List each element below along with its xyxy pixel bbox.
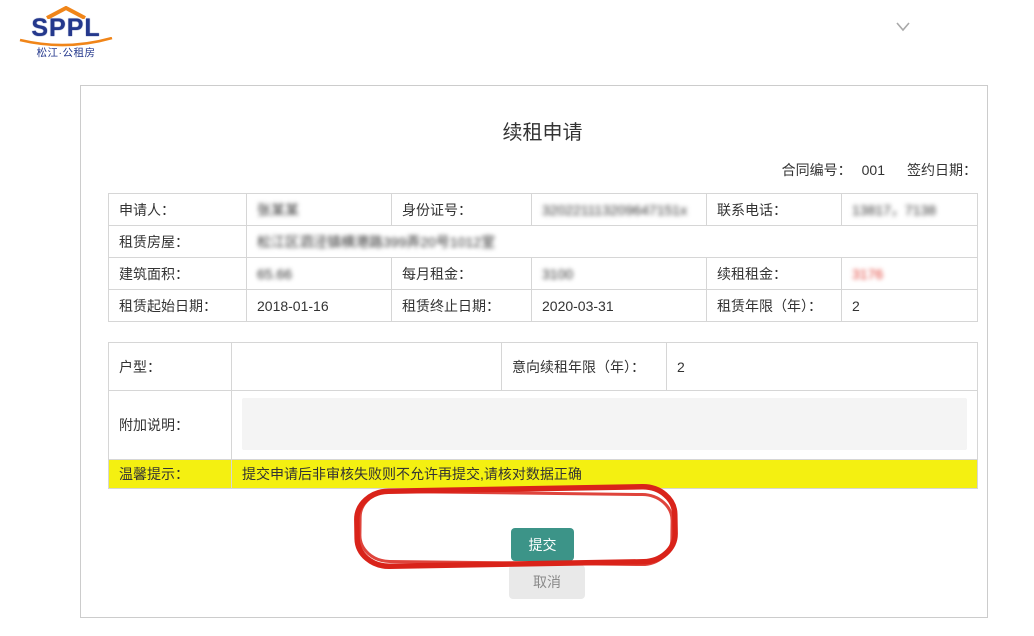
area-value: 65.66 (247, 258, 392, 290)
table-row: 申请人： 张某某 身份证号： 320221113209647151x 联系电话：… (109, 194, 978, 226)
table-row: 建筑面积： 65.66 每月租金： 3100 续租租金： 3176 (109, 258, 978, 290)
applicant-value: 张某某 (247, 194, 392, 226)
lease-info-table: 申请人： 张某某 身份证号： 320221113209647151x 联系电话：… (108, 193, 978, 322)
sppl-logo[interactable]: SPPL 松江·公租房 (16, 6, 116, 60)
house-value: 松江区泗泾镇横港路399弄20号1012室 (247, 226, 978, 258)
table-row: 户型： 意向续租年限（年）： 2 (109, 343, 978, 391)
tip-text: 提交申请后非审核失败则不允许再提交,请核对数据正确 (232, 460, 978, 489)
sign-date-label: 签约日期： (907, 162, 977, 178)
phone-value: 13817，7138 (842, 194, 978, 226)
start-date-label: 租赁起始日期： (109, 290, 247, 322)
end-date-value: 2020-03-31 (532, 290, 707, 322)
contract-no-label: 合同编号： (782, 162, 852, 178)
contract-info-line: 合同编号： 001 签约日期： (108, 160, 977, 180)
unit-type-value (232, 343, 502, 391)
area-label: 建筑面积： (109, 258, 247, 290)
intent-years-label: 意向续租年限（年）： (502, 343, 667, 391)
start-date-value: 2018-01-16 (247, 290, 392, 322)
renewal-rent-label: 续租租金： (707, 258, 842, 290)
logo-subtitle: 松江·公租房 (16, 45, 116, 60)
contract-no-value: 001 (862, 162, 885, 178)
submit-button[interactable]: 提交 (511, 528, 574, 561)
renewal-form-table: 户型： 意向续租年限（年）： 2 附加说明： 温馨提示： 提交申请后非审核失败则… (108, 342, 978, 489)
table-row: 租赁起始日期： 2018-01-16 租赁终止日期： 2020-03-31 租赁… (109, 290, 978, 322)
remark-input[interactable] (242, 398, 967, 450)
remark-label: 附加说明： (109, 391, 232, 460)
id-number-label: 身份证号： (392, 194, 532, 226)
table-row: 租赁房屋： 松江区泗泾镇横港路399弄20号1012室 (109, 226, 978, 258)
term-label: 租赁年限（年）： (707, 290, 842, 322)
chevron-down-icon[interactable] (894, 20, 912, 34)
house-label: 租赁房屋： (109, 226, 247, 258)
renewal-application-panel: 续租申请 合同编号： 001 签约日期： 申请人： 张某某 身份证号： 320221… (80, 85, 988, 618)
page: SPPL 松江·公租房 续租申请 合同编号： 001 签约日期： 申请人： 张某某 … (0, 0, 1034, 636)
monthly-rent-label: 每月租金： (392, 258, 532, 290)
term-value: 2 (842, 290, 978, 322)
monthly-rent-value: 3100 (532, 258, 707, 290)
intent-years-value: 2 (667, 343, 978, 391)
applicant-label: 申请人： (109, 194, 247, 226)
table-row: 附加说明： (109, 391, 978, 460)
end-date-label: 租赁终止日期： (392, 290, 532, 322)
logo-brand-text: SPPL (16, 17, 116, 39)
tip-label: 温馨提示： (109, 460, 232, 489)
phone-label: 联系电话： (707, 194, 842, 226)
table-row: 温馨提示： 提交申请后非审核失败则不允许再提交,请核对数据正确 (109, 460, 978, 489)
id-number-value: 320221113209647151x (532, 194, 707, 226)
unit-type-label: 户型： (109, 343, 232, 391)
page-title: 续租申请 (108, 116, 977, 145)
renewal-rent-value: 3176 (842, 258, 978, 290)
cancel-button[interactable]: 取消 (509, 565, 585, 599)
